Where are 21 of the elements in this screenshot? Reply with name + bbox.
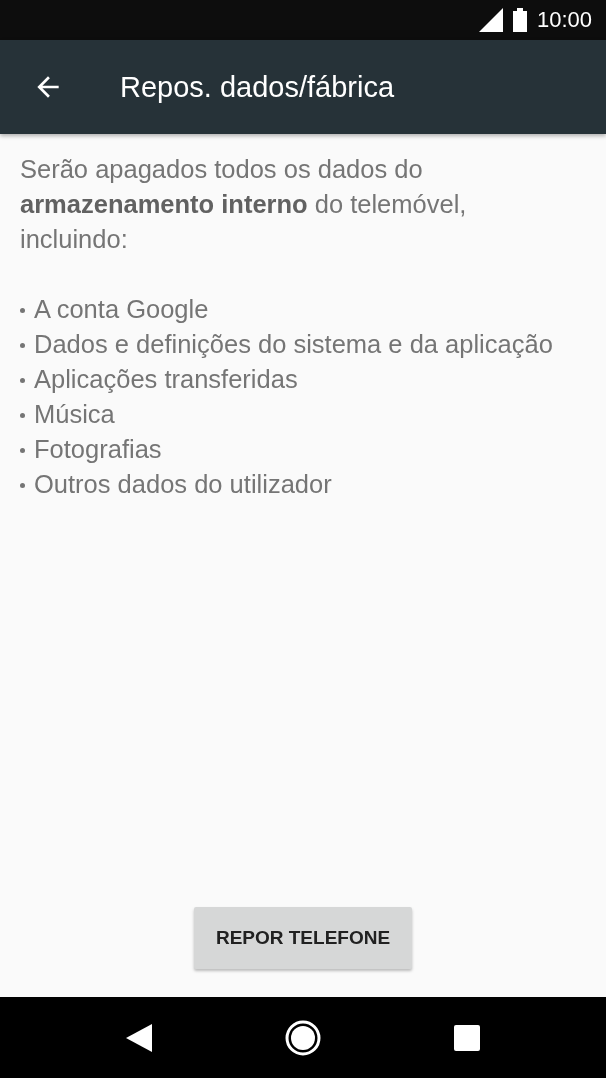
list-item: Outros dados do utilizador — [34, 469, 333, 500]
bullet-icon — [20, 378, 25, 383]
toolbar-title: Repos. dados/fábrica — [120, 70, 395, 104]
bullet-icon — [20, 343, 25, 348]
battery-icon — [512, 8, 527, 32]
home-icon[interactable] — [285, 1019, 321, 1056]
list-item: A conta Google — [34, 294, 210, 325]
bullet-icon — [20, 448, 25, 453]
bullet-icon — [20, 413, 25, 418]
bullet-icon — [20, 483, 25, 488]
status-time: 10:00 — [536, 7, 592, 33]
list-item: Música — [34, 399, 116, 430]
list-item: Fotografias — [34, 434, 163, 465]
signal-icon — [478, 8, 503, 32]
bullet-icon — [20, 308, 25, 313]
list-item: Aplicações transferidas — [34, 364, 299, 395]
back-icon[interactable] — [126, 1023, 153, 1052]
warning-message: Serão apagados todos os dados do armazenamento interno do telemóvel, incluindo: — [20, 154, 468, 255]
list-item: Dados e definições do sistema e da aplicação — [34, 329, 554, 360]
reset-phone-button[interactable]: REPOR TELEFONE — [194, 907, 412, 969]
recents-icon[interactable] — [453, 1024, 480, 1051]
